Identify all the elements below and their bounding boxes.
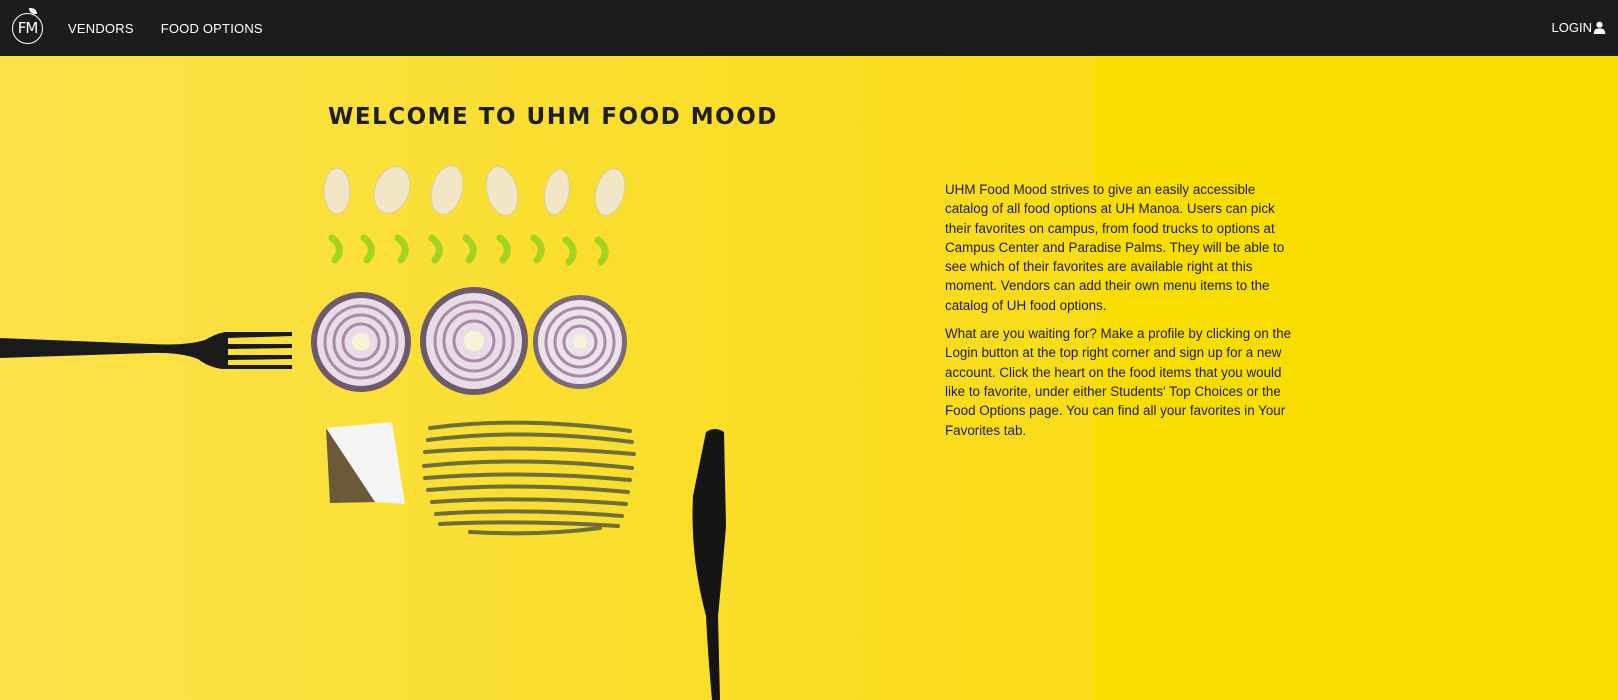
onion-slices-image bbox=[311, 287, 627, 395]
user-icon bbox=[1593, 21, 1606, 34]
nav-item-food-options[interactable]: FOOD OPTIONS bbox=[161, 21, 263, 36]
fm-logo-icon[interactable]: FM bbox=[12, 7, 43, 44]
hero-description: UHM Food Mood strives to give an easily … bbox=[945, 180, 1295, 449]
pasta-image bbox=[422, 420, 636, 536]
login-button[interactable]: LOGIN bbox=[1552, 20, 1606, 35]
leaf-icon bbox=[29, 7, 37, 14]
top-navbar: FM VENDORS FOOD OPTIONS LOGIN bbox=[0, 0, 1618, 56]
page-title: WELCOME TO UHM FOOD MOOD bbox=[328, 104, 778, 130]
nav-item-vendors[interactable]: VENDORS bbox=[68, 21, 134, 36]
logo-text: FM bbox=[17, 19, 39, 37]
salt-pepper-image bbox=[326, 422, 405, 504]
chili-slices-image bbox=[328, 234, 609, 266]
garlic-cloves-image bbox=[323, 165, 626, 216]
description-paragraph: UHM Food Mood strives to give an easily … bbox=[945, 182, 1285, 313]
login-label: LOGIN bbox=[1551, 20, 1592, 35]
food-illustration bbox=[0, 165, 726, 700]
description-paragraph: What are you waiting for? Make a profile… bbox=[945, 326, 1292, 438]
fork-image bbox=[0, 332, 292, 369]
knife-image bbox=[692, 429, 726, 700]
hero-section: WELCOME TO UHM FOOD MOOD UHM Food Mood s… bbox=[0, 56, 1618, 700]
